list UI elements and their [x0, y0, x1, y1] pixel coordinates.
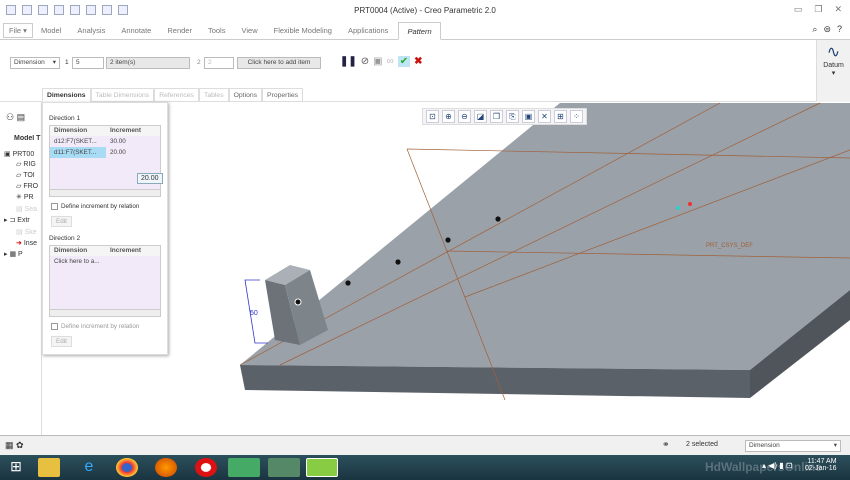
dir2-relation-checkbox[interactable]: Define increment by relation: [51, 323, 139, 330]
restore-icon[interactable]: ❐: [814, 4, 822, 15]
model-tree: ⚇ ▤ Model T ▣ PRT00 ▱ RIG ▱ TOI ▱ FRO ✳ …: [0, 102, 42, 435]
clock[interactable]: 11:47 AM 02-Jan-16: [805, 458, 837, 472]
spin-center-icon[interactable]: ⁘: [570, 110, 583, 123]
repaint-icon[interactable]: ◪: [474, 110, 487, 123]
tab-options[interactable]: Options: [228, 88, 263, 102]
tooltip: 20.00: [137, 173, 163, 184]
dir1-edit-button[interactable]: Edit: [51, 216, 72, 227]
glasses-icon[interactable]: ∞: [387, 56, 394, 67]
tab-flexible-modeling[interactable]: Flexible Modeling: [266, 22, 340, 40]
zoom-in-icon[interactable]: ⊕: [442, 110, 455, 123]
selection-count: 2 selected: [686, 441, 718, 448]
pattern-point: [445, 237, 451, 243]
tab-pattern[interactable]: Pattern: [398, 21, 441, 40]
opera-icon[interactable]: [195, 458, 217, 477]
ok-check-icon[interactable]: ✔: [397, 56, 411, 67]
explorer-icon[interactable]: [38, 458, 60, 477]
pattern-point: [345, 280, 351, 286]
firefox-icon[interactable]: [155, 458, 177, 477]
direction1-items-field[interactable]: 2 item(s): [106, 57, 190, 69]
tab-properties[interactable]: Properties: [262, 88, 304, 102]
pattern-point: [395, 259, 401, 265]
table-row[interactable]: d12:F7(SKET... 30.00: [50, 136, 160, 147]
verify-icon[interactable]: ▣: [373, 56, 382, 67]
tab-annotate[interactable]: Annotate: [113, 22, 159, 40]
zoom-out-icon[interactable]: ⊖: [458, 110, 471, 123]
direction1-table: Dimension Increment d12:F7(SKET... 30.00 d…: [49, 125, 161, 197]
dashboard-tabs: Dimensions Table Dimensions References T…: [42, 88, 304, 102]
direction2-table: Dimension Increment Click here to a...: [49, 245, 161, 317]
windows-taskbar: ⊞ e HdWallpapersOnline ▴ ◀) ▮ ⊡ 11:47 AM…: [0, 455, 850, 480]
selection-filter[interactable]: Dimension ▾: [745, 440, 841, 452]
tab-analysis[interactable]: Analysis: [69, 22, 113, 40]
tab-model[interactable]: Model: [33, 22, 69, 40]
tray-icons[interactable]: ▴ ◀) ▮ ⊡: [762, 461, 793, 470]
search-icon[interactable]: ⌕: [812, 24, 817, 35]
dir1-relation-checkbox[interactable]: Define increment by relation: [51, 203, 139, 210]
dimension-value: 50: [250, 310, 258, 317]
csys-label: PRT_CSYS_DEF: [706, 243, 753, 249]
direction1-title: Direction 1: [49, 115, 81, 122]
minimize-icon[interactable]: ▭: [794, 4, 803, 15]
tree-item[interactable]: ▣ PRT00: [4, 150, 44, 158]
plate-front-face: [240, 365, 750, 398]
direction2-count-input[interactable]: 2: [204, 57, 234, 69]
tab-table-dimensions[interactable]: Table Dimensions: [90, 88, 155, 102]
taskbar-creo[interactable]: [306, 458, 338, 477]
tab-tools[interactable]: Tools: [200, 22, 234, 40]
find-binoculars-icon[interactable]: ⚭: [662, 439, 670, 450]
direction1-count-input[interactable]: 5: [72, 57, 104, 69]
horizontal-scrollbar[interactable]: [50, 189, 160, 196]
pattern-point: [495, 216, 501, 222]
view-manager-icon[interactable]: ▣: [522, 110, 535, 123]
status-icons[interactable]: ▦ ✿: [5, 440, 24, 451]
ie-icon[interactable]: e: [78, 458, 100, 477]
datum-display-icon[interactable]: ✕: [538, 110, 551, 123]
tab-render[interactable]: Render: [159, 22, 200, 40]
tree-item[interactable]: ▸ ▦ P: [4, 250, 44, 258]
taskbar-app[interactable]: [228, 458, 260, 477]
tree-item[interactable]: ▸ ⊐ Extr: [4, 216, 44, 224]
no-preview-icon[interactable]: ⊘: [361, 56, 369, 67]
refit-icon[interactable]: ⊡: [426, 110, 439, 123]
horizontal-scrollbar[interactable]: [50, 309, 160, 316]
tab-tables[interactable]: Tables: [198, 88, 229, 102]
start-button[interactable]: ⊞: [5, 458, 27, 477]
graphics-window[interactable]: 50 PRT_CSYS_DEF: [168, 102, 850, 435]
pattern-type-select[interactable]: Dimension ▾: [10, 57, 60, 69]
chevron-down-icon: ▾: [831, 70, 836, 77]
direction2-title: Direction 2: [49, 235, 81, 242]
dimensions-panel: Direction 1 Dimension Increment d12:F7(SK…: [42, 102, 168, 355]
cancel-x-icon[interactable]: ✖: [414, 56, 422, 67]
display-style-icon[interactable]: ❒: [490, 110, 503, 123]
dir2-edit-button[interactable]: Edit: [51, 336, 72, 347]
datum-button[interactable]: ∿ Datum ▾: [816, 40, 850, 102]
ribbon-tabs: File ▾ Model Analysis Annotate Render To…: [0, 21, 850, 40]
tab-dimensions[interactable]: Dimensions: [42, 88, 91, 102]
csys-marker: [688, 202, 692, 206]
help-icon[interactable]: ?: [837, 24, 842, 35]
tab-references[interactable]: References: [154, 88, 199, 102]
tab-applications[interactable]: Applications: [340, 22, 396, 40]
datum-sketch-icon: ∿: [826, 44, 841, 61]
table-row[interactable]: d11:F7(SKET... 20.00: [50, 147, 160, 158]
direction2-label: 2: [197, 59, 201, 66]
status-bar: ▦ ✿ ⚭ 2 selected Dimension ▾: [0, 435, 850, 455]
close-icon[interactable]: ✕: [834, 4, 842, 15]
pause-icon[interactable]: ❚❚: [340, 56, 357, 67]
tree-icons[interactable]: ⚇ ▤: [6, 112, 25, 123]
title-bar: PRT0004 (Active) - Creo Parametric 2.0 ▭…: [0, 0, 850, 22]
view-toolbar: ⊡ ⊕ ⊖ ◪ ❒ ⎘ ▣ ✕ ⊞ ⁘: [422, 108, 587, 125]
window-title: PRT0004 (Active) - Creo Parametric 2.0: [354, 6, 496, 15]
tab-view[interactable]: View: [233, 22, 265, 40]
direction2-add-item[interactable]: Click here to add item: [237, 57, 321, 69]
direction1-label: 1: [65, 59, 69, 66]
taskbar-app[interactable]: [268, 458, 300, 477]
tab-file[interactable]: File ▾: [3, 23, 33, 38]
add-dimension-row[interactable]: Click here to a...: [50, 256, 160, 267]
community-icon[interactable]: ⊜: [823, 24, 831, 35]
chrome-icon[interactable]: [116, 458, 138, 477]
saved-views-icon[interactable]: ⎘: [506, 110, 519, 123]
annotation-display-icon[interactable]: ⊞: [554, 110, 567, 123]
